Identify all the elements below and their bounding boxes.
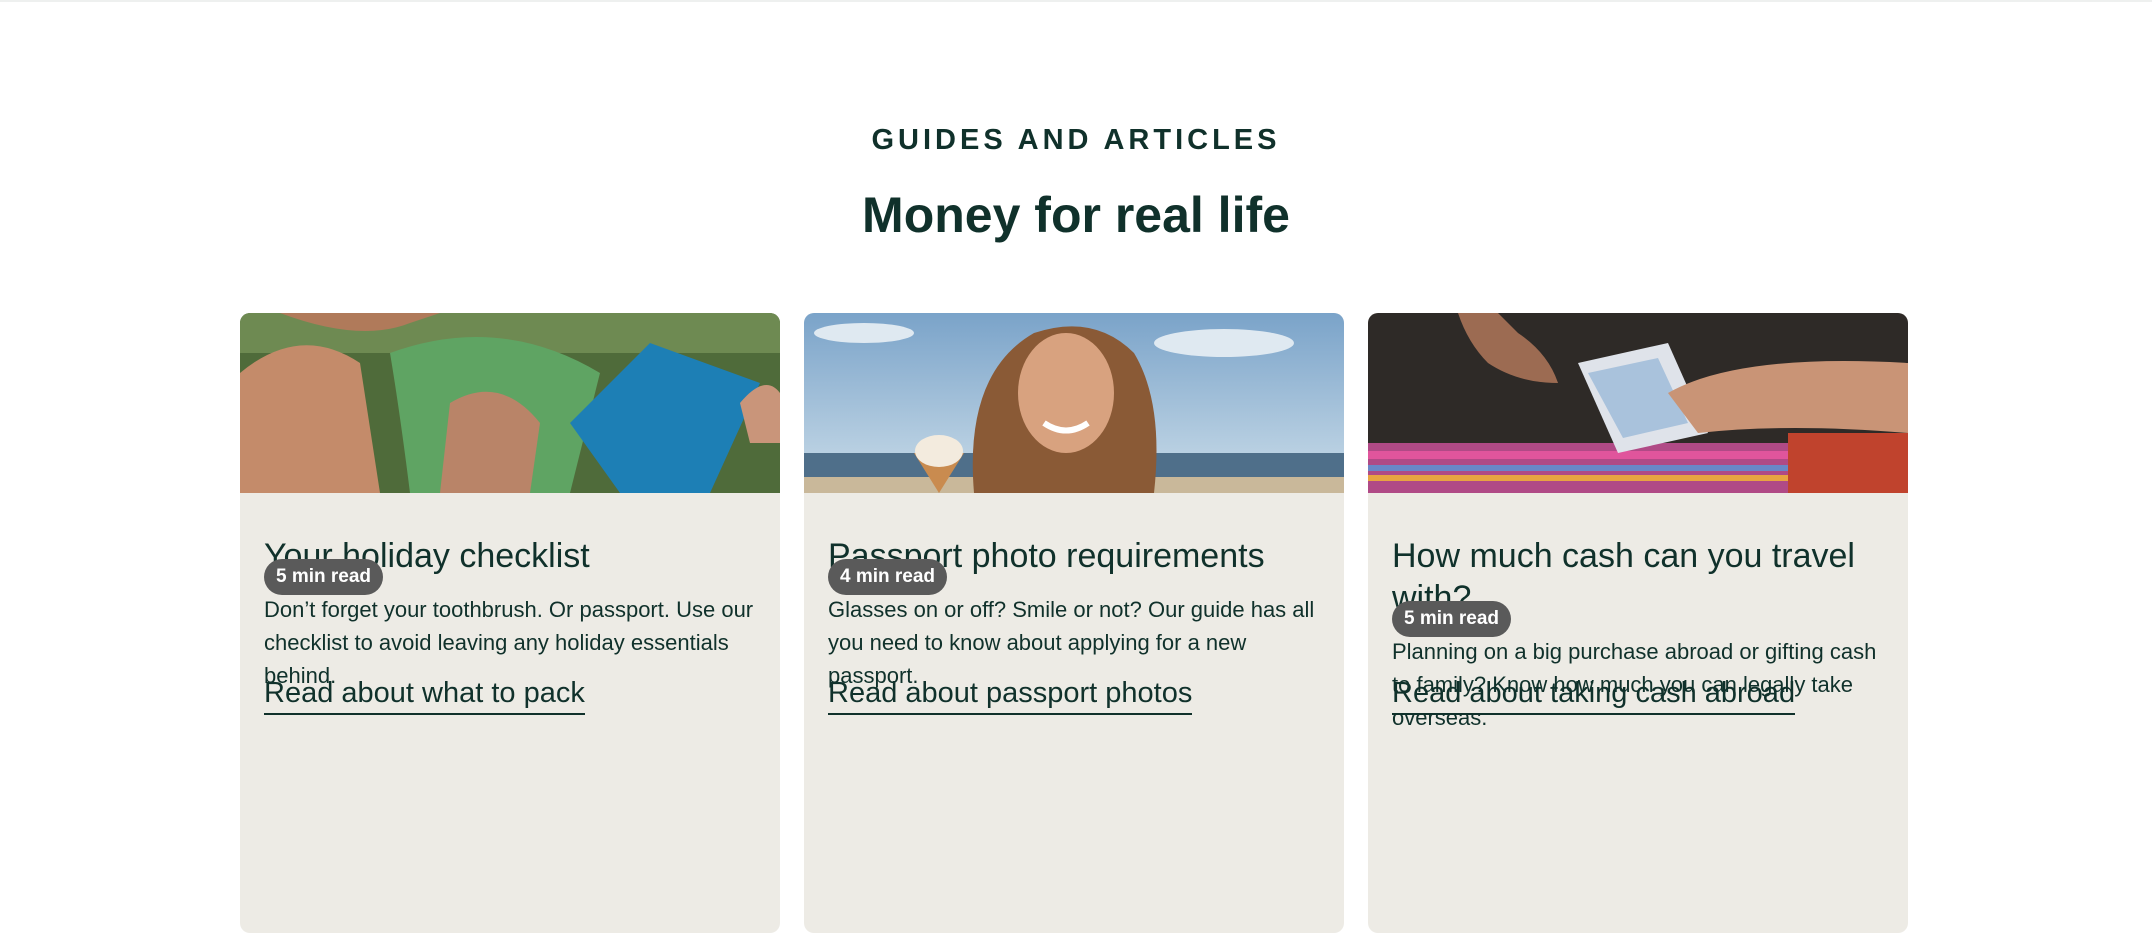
woman-with-ice-cream-on-beach-image [804, 313, 1344, 493]
card-body: How much cash can you travel with? Plann… [1392, 493, 1884, 933]
article-card-holiday-checklist: Your holiday checklist Don’t forget your… [240, 313, 780, 933]
card-body: Your holiday checklist Don’t forget your… [264, 493, 756, 933]
woman-reading-on-grass-image [240, 313, 780, 493]
read-about-taking-cash-abroad-link[interactable]: Read about taking cash abroad [1392, 675, 1796, 715]
guides-section: GUIDES AND ARTICLES Money for real life … [0, 0, 2152, 937]
article-cards: Your holiday checklist Don’t forget your… [240, 313, 1908, 933]
read-time-badge: 5 min read [264, 559, 384, 595]
hands-exchanging-cash-image [1368, 313, 1908, 493]
card-body: Passport photo requirements Glasses on o… [828, 493, 1320, 933]
read-time-badge: 5 min read [1392, 601, 1512, 637]
read-about-what-to-pack-link[interactable]: Read about what to pack [264, 675, 585, 715]
article-card-passport-photo: Passport photo requirements Glasses on o… [804, 313, 1344, 933]
section-eyebrow: GUIDES AND ARTICLES [871, 124, 1281, 156]
read-time-badge: 4 min read [828, 559, 948, 595]
read-about-passport-photos-link[interactable]: Read about passport photos [828, 675, 1193, 715]
article-card-cash-travel: How much cash can you travel with? Plann… [1368, 313, 1908, 933]
section-heading: Money for real life [862, 187, 1290, 243]
